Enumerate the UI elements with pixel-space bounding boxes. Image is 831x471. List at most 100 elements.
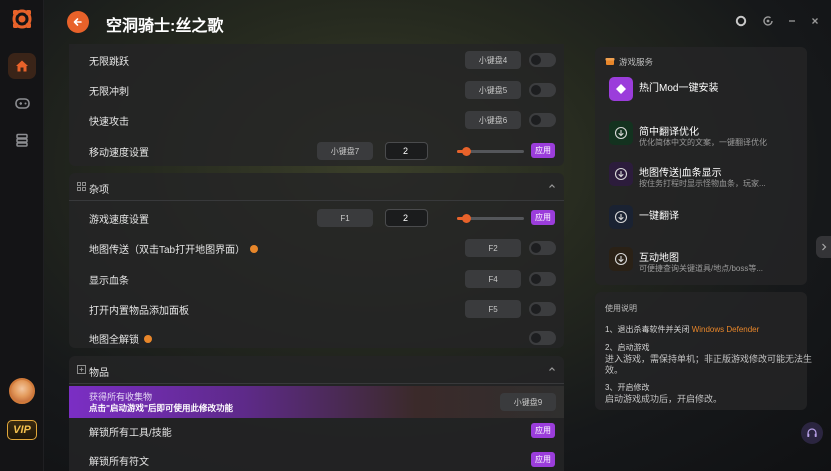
cheat-label: 游戏速度设置 — [89, 215, 149, 226]
cheat-label: 无限冲刺 — [89, 87, 129, 98]
section-title: 杂项 — [89, 185, 109, 196]
toggle-switch[interactable] — [529, 331, 556, 345]
toggle-switch[interactable] — [529, 113, 556, 127]
hotkey-chip[interactable]: 小键盘9 — [500, 393, 556, 411]
download-icon — [609, 205, 633, 229]
page-title: 空洞骑士:丝之歌 — [106, 18, 224, 35]
hotkey-chip[interactable]: F1 — [317, 209, 373, 227]
box-icon — [77, 365, 86, 374]
service-item[interactable]: 热门Mod一键安装 — [609, 77, 799, 105]
cheat-label: 显示血条 — [89, 276, 129, 287]
toggle-switch[interactable] — [529, 241, 556, 255]
close-icon — [812, 18, 818, 24]
minimize-icon — [789, 20, 795, 22]
cheat-row: 无限冲刺 小键盘5 — [69, 75, 564, 105]
cheat-label: 无限跳跃 — [89, 57, 129, 68]
guide-title: 使用说明 — [605, 304, 637, 313]
game-speed-row: 游戏速度设置 F1 2 应用 — [69, 203, 564, 233]
headset-icon — [807, 428, 817, 437]
cheat-label: 快速攻击 — [89, 117, 129, 128]
gift-icon — [605, 58, 615, 65]
logo-icon[interactable] — [11, 8, 33, 30]
toggle-switch[interactable] — [529, 83, 556, 97]
slider-thumb[interactable] — [462, 214, 472, 223]
sidebar-item-library[interactable] — [8, 127, 36, 153]
item-row: 解锁所有工具/技能 应用 — [69, 416, 564, 446]
service-item[interactable]: 地图传送|血条显示 按住务打程时显示怪物血条，玩家... — [609, 162, 799, 190]
hotkey-chip[interactable]: 小键盘6 — [465, 111, 521, 129]
promo-subtitle: 点击"启动游戏"后即可使用此修改功能 — [89, 403, 234, 413]
cheat-row: 显示血条 F4 — [69, 264, 564, 294]
hotkey-chip[interactable]: F2 — [465, 239, 521, 257]
avatar[interactable] — [9, 378, 35, 404]
minimize-button[interactable] — [785, 14, 799, 28]
toggle-switch[interactable] — [529, 272, 556, 286]
misc-panel: 杂项 游戏速度设置 F1 2 应用 地图传送（双击Tab打开地图界面） F2 显… — [69, 173, 564, 348]
expand-panel-button[interactable] — [816, 236, 831, 258]
services-title: 游戏服务 — [619, 57, 654, 67]
cheat-label: 地图传送（双击Tab打开地图界面） — [89, 241, 259, 256]
speed-slider[interactable] — [457, 214, 524, 223]
service-item[interactable]: 简中翻译优化 优化简体中文的文案，一键翻译优化 — [609, 121, 799, 149]
guide-step-3-body: 启动游戏成功后，开启修改。 — [605, 394, 723, 404]
services-panel: 游戏服务 热门Mod一键安装 简中翻译优化 优化简体中文的文案，一键翻译优化 地… — [595, 47, 807, 285]
speed-value-input[interactable]: 2 — [385, 209, 428, 227]
settings-button[interactable] — [734, 14, 748, 28]
speed-value-input[interactable]: 2 — [385, 142, 428, 160]
grid-icon — [77, 182, 86, 191]
back-button[interactable] — [67, 11, 89, 33]
chevron-right-icon — [821, 243, 826, 251]
sidebar-item-games[interactable] — [8, 90, 36, 116]
section-header-misc[interactable]: 杂项 — [69, 173, 564, 201]
service-title: 互动地图 — [639, 253, 679, 264]
support-button[interactable] — [801, 422, 823, 444]
apply-button[interactable]: 应用 — [531, 143, 555, 158]
service-subtitle: 按住务打程时显示怪物血条，玩家... — [639, 179, 766, 188]
toggle-switch[interactable] — [529, 302, 556, 316]
guide-step-1: 1、退出杀毒软件并关闭 Windows Defender — [605, 324, 759, 335]
chevron-up-icon — [549, 184, 555, 188]
cheat-label: 解锁所有工具/技能 — [89, 428, 172, 439]
cheat-label: 解锁所有符文 — [89, 457, 149, 468]
hotkey-chip[interactable]: F4 — [465, 270, 521, 288]
settings-icon — [735, 15, 747, 27]
apply-button[interactable]: 应用 — [531, 210, 555, 225]
top-bar: 空洞骑士:丝之歌 — [44, 0, 831, 44]
hotkey-chip[interactable]: 小键盘7 — [317, 142, 373, 160]
sidebar-item-home[interactable] — [8, 53, 36, 79]
service-subtitle: 可便捷查询关键道具/地点/boss等... — [639, 264, 764, 273]
cheat-label: 移动速度设置 — [89, 148, 149, 159]
close-button[interactable] — [808, 14, 822, 28]
service-item[interactable]: 互动地图 可便捷查询关键道具/地点/boss等... — [609, 247, 799, 275]
cheat-label: 打开内置物品添加面板 — [89, 306, 189, 317]
home-icon — [16, 60, 28, 72]
refresh-button[interactable] — [761, 14, 775, 28]
stack-icon — [16, 133, 28, 147]
apply-button[interactable]: 应用 — [531, 423, 555, 438]
hotkey-chip[interactable]: F5 — [465, 300, 521, 318]
move-speed-row: 移动速度设置 小键盘7 2 应用 — [69, 136, 564, 166]
toggle-switch[interactable] — [529, 53, 556, 67]
cheat-label: 地图全解锁 — [89, 331, 152, 346]
speed-slider[interactable] — [457, 147, 524, 156]
service-title: 地图传送|血条显示 — [639, 168, 722, 179]
chevron-up-icon — [549, 367, 555, 371]
mod-icon — [609, 77, 633, 101]
cheat-row: 无限跳跃 小键盘4 — [69, 45, 564, 75]
apply-button[interactable]: 应用 — [531, 452, 555, 467]
guide-step-2-body-cont: 效。 — [605, 365, 624, 375]
info-icon[interactable] — [144, 335, 152, 344]
guide-step-2-body: 进入游戏，需保持单机；非正版游戏修改可能无法生 — [605, 354, 813, 364]
items-panel: 物品 获得所有收集物 点击"启动游戏"后即可使用此修改功能 小键盘9 解锁所有工… — [69, 356, 564, 471]
sidebar: VIP — [0, 0, 44, 471]
hotkey-chip[interactable]: 小键盘5 — [465, 81, 521, 99]
guide-step-1-highlight: Windows Defender — [691, 325, 760, 334]
service-item[interactable]: 一键翻译 — [609, 205, 799, 233]
vip-badge[interactable]: VIP — [7, 420, 37, 440]
slider-thumb[interactable] — [462, 147, 472, 156]
cheats-panel-top: 无限跳跃 小键盘4 无限冲刺 小键盘5 快速攻击 小键盘6 移动速度设置 小键盘… — [69, 44, 564, 166]
info-icon[interactable] — [250, 245, 259, 254]
hotkey-chip[interactable]: 小键盘4 — [465, 51, 521, 69]
cheat-row: 地图传送（双击Tab打开地图界面） F2 — [69, 233, 564, 263]
section-header-items[interactable]: 物品 — [69, 356, 564, 384]
